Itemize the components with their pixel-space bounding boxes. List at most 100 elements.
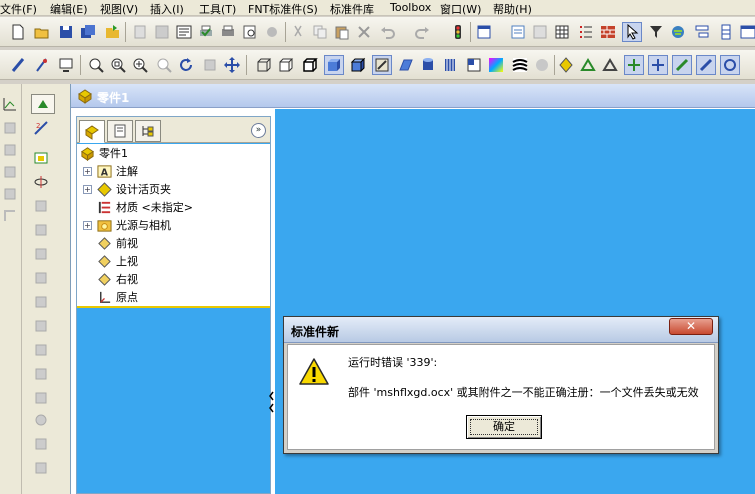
rib-icon[interactable] [31,220,51,240]
menu-insert[interactable]: 插入(I) [150,1,184,17]
tree-item-annotations[interactable]: + A 注解 [83,162,138,180]
assembly-f-icon[interactable] [672,55,692,75]
tab-configuration-manager[interactable] [135,120,161,142]
revolve-icon[interactable] [0,140,20,160]
loft-icon[interactable] [0,184,20,204]
cube-draft-icon[interactable] [372,55,392,75]
menu-help[interactable]: 帮助(H) [493,1,532,17]
menu-standard-library[interactable]: 标准件库 [330,1,374,17]
menu-window[interactable]: 窗口(W) [440,1,481,17]
document-title-bar[interactable]: 零件1 [71,84,755,108]
striped-icon[interactable] [440,55,460,75]
layers-icon[interactable] [716,22,736,42]
save-icon[interactable] [56,22,76,42]
web-icon[interactable] [668,22,688,42]
hole-icon[interactable] [31,268,51,288]
assembly-c-icon[interactable] [600,55,620,75]
tools-icon[interactable] [508,22,528,42]
flex-icon[interactable] [31,388,51,408]
cube-faces-icon[interactable] [464,55,484,75]
tree-item-top-plane[interactable]: 上视 [96,252,138,270]
traffic-light-icon[interactable] [448,22,468,42]
zoom-out-icon[interactable] [154,55,174,75]
assembly-gray-icon[interactable] [262,22,282,42]
expand-toggle[interactable]: + [83,220,92,230]
window-icon[interactable] [738,22,755,42]
ok-button[interactable]: 确定 [466,415,542,439]
assembly-h-icon[interactable] [720,55,740,75]
assembly-d-icon[interactable] [624,55,644,75]
menu-file[interactable]: 文件(F) [0,1,37,17]
mirror-icon[interactable] [31,340,51,360]
more-tabs-button[interactable]: » [251,123,266,138]
tab-feature-tree[interactable] [79,120,105,143]
tab-property-manager[interactable] [107,120,133,142]
mate-icon[interactable] [31,172,51,192]
color-gradient-icon[interactable] [486,55,506,75]
tree-item-right-plane[interactable]: 右视 [96,270,138,288]
split-icon[interactable] [31,458,51,478]
assembly-g-icon[interactable] [696,55,716,75]
tree-item-front-plane[interactable]: 前视 [96,234,138,252]
rotate-alt-icon[interactable] [200,55,220,75]
tree-item-lights-cameras[interactable]: + 光源与相机 [83,216,171,234]
delete-icon[interactable] [354,22,374,42]
expand-toggle[interactable]: + [83,166,92,176]
options-icon[interactable] [474,22,494,42]
dome-icon[interactable] [31,292,51,312]
grid-icon[interactable] [552,22,572,42]
menu-tools[interactable]: 工具(T) [199,1,236,17]
redo-icon[interactable] [412,22,432,42]
stacked-icon[interactable] [692,22,712,42]
assembly-e-icon[interactable] [648,55,668,75]
zoom-in-icon[interactable] [130,55,150,75]
draft-icon[interactable] [31,244,51,264]
menu-toolbox[interactable]: Toolbox [390,1,431,14]
list-icon[interactable] [576,22,596,42]
brick-icon[interactable] [598,22,618,42]
dialog-title-bar[interactable]: 标准件新 ✕ [284,317,718,343]
zebra-icon[interactable] [510,55,530,75]
smart-dimension-icon[interactable] [32,55,52,75]
make-assembly-icon[interactable] [152,22,172,42]
shell-icon[interactable] [31,196,51,216]
display-icon[interactable] [56,55,76,75]
plane-icon[interactable] [396,55,416,75]
cube-wireframe-icon[interactable] [254,55,274,75]
open-document-icon[interactable] [102,22,122,42]
cut-extrude-icon[interactable] [31,148,51,168]
tree-item-origin[interactable]: 原点 [96,288,138,306]
print-icon[interactable] [196,22,216,42]
tree-root[interactable]: 零件1 [79,144,128,162]
tree-item-material[interactable]: 材质 <未指定> [96,198,193,216]
surface-icon[interactable] [31,434,51,454]
sweep-icon[interactable] [0,162,20,182]
zoom-area-icon[interactable] [108,55,128,75]
copy-icon[interactable] [310,22,330,42]
pattern-icon[interactable] [31,364,51,384]
zoom-fit-icon[interactable] [86,55,106,75]
curve-icon[interactable] [31,410,51,430]
menu-view[interactable]: 视图(V) [100,1,138,17]
select-filter-icon[interactable] [646,22,666,42]
fillet-icon[interactable] [0,206,20,226]
open-folder-icon[interactable] [32,22,52,42]
assembly-b-icon[interactable] [578,55,598,75]
undo-icon[interactable] [378,22,398,42]
menu-fnt-standard[interactable]: FNT标准件(S) [248,1,318,17]
cube-hidden-icon[interactable] [276,55,296,75]
panel-splitter-handle[interactable] [269,384,275,420]
cube-silhouette-icon[interactable] [300,55,320,75]
assembly-a-icon[interactable] [556,55,576,75]
table-icon[interactable] [530,22,550,42]
menu-edit[interactable]: 编辑(E) [50,1,88,17]
extruded-boss-icon[interactable] [31,94,55,114]
dimension-icon[interactable]: 2 [31,118,51,138]
close-button[interactable]: ✕ [669,318,713,335]
properties-icon[interactable] [174,22,194,42]
make-drawing-icon[interactable] [130,22,150,42]
save-all-icon[interactable] [78,22,98,42]
tree-item-design-binder[interactable]: + 设计活页夹 [83,180,171,198]
print-preview-icon[interactable] [218,22,238,42]
rotate-icon[interactable] [176,55,196,75]
